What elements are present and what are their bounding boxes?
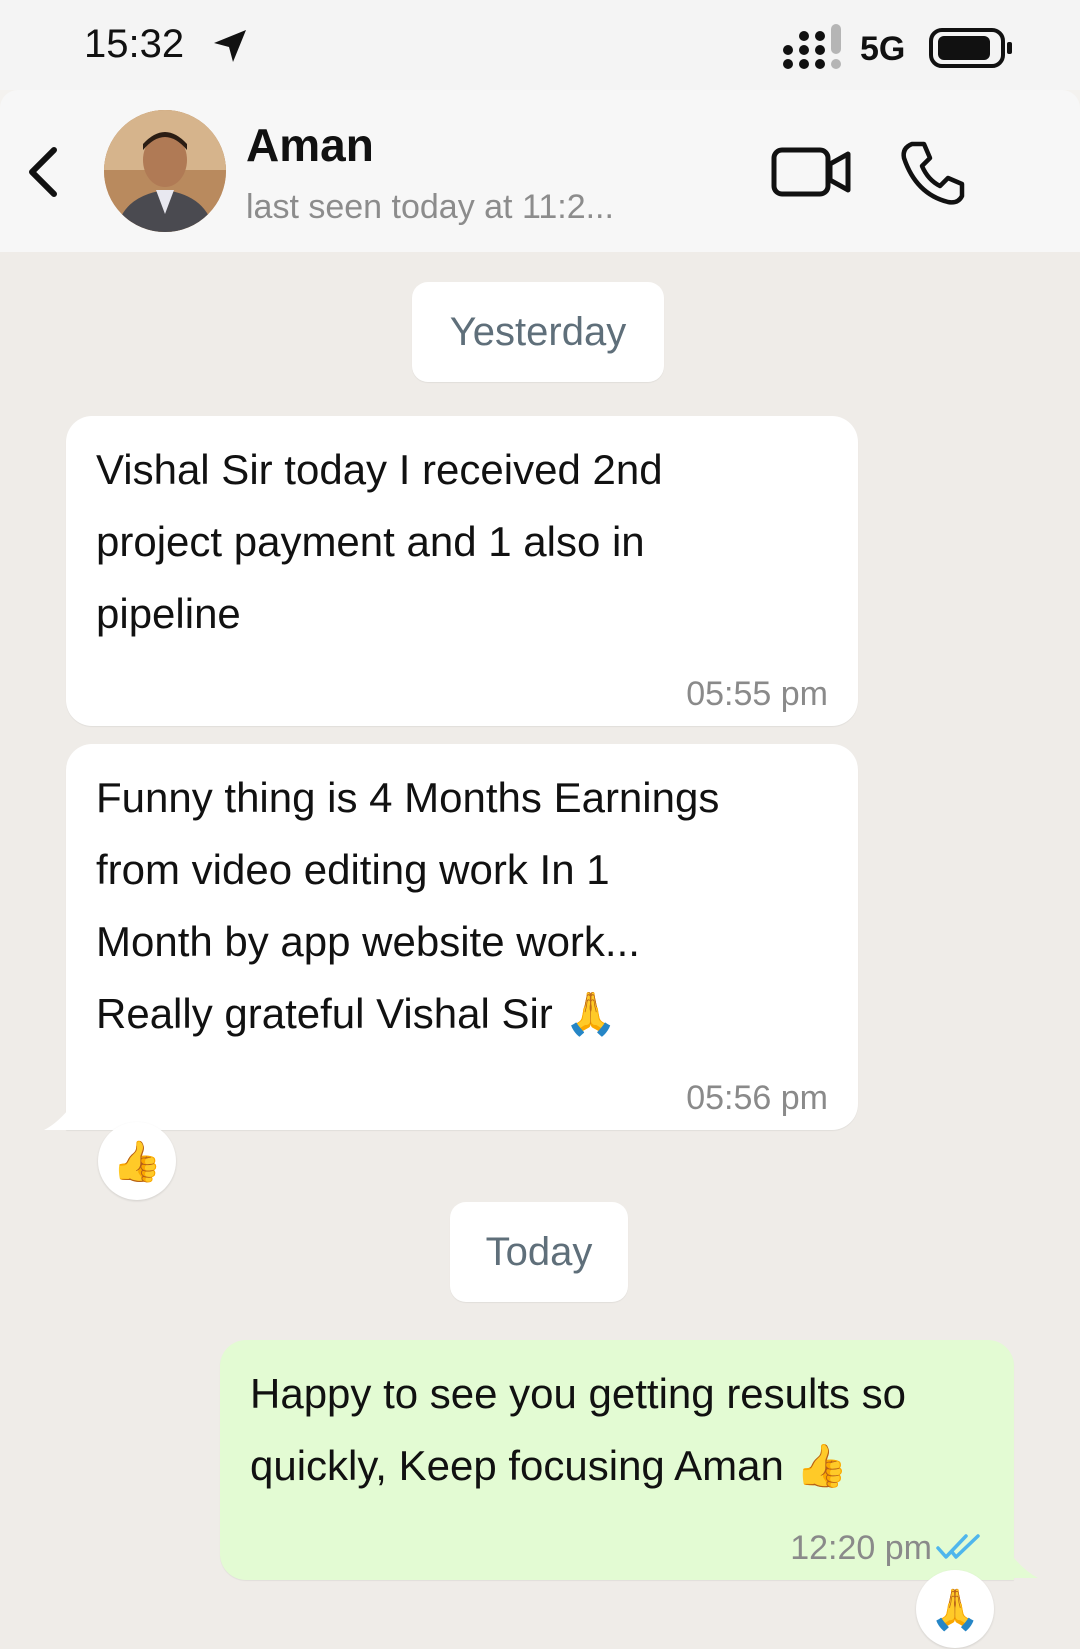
message-line: Funny thing is 4 Months Earnings [96, 774, 720, 821]
folded-hands-emoji: 🙏 [930, 1586, 980, 1633]
network-type: 5G [860, 30, 906, 68]
chat-header: Aman last seen today at 11:2... [0, 90, 1080, 252]
last-seen-status: last seen today at 11:2... [246, 188, 614, 226]
reaction-badge[interactable]: 👍 [98, 1122, 176, 1200]
thumbs-up-emoji: 👍 [112, 1138, 162, 1185]
read-receipt-double-check-icon [936, 1534, 980, 1559]
message-text: Funny thing is 4 Months Earnings from vi… [96, 762, 834, 1050]
message-line: Month by app website work... [96, 918, 640, 965]
message-line: project payment and 1 also in [96, 518, 645, 565]
avatar[interactable] [104, 110, 226, 232]
message-bubble-outgoing[interactable]: Happy to see you getting results so quic… [220, 1340, 1014, 1580]
message-line: pipeline [96, 590, 241, 637]
message-line: Really grateful Vishal Sir 🙏 [96, 990, 617, 1037]
message-line: from video editing work In 1 [96, 846, 610, 893]
message-text: Happy to see you getting results so quic… [250, 1358, 990, 1502]
message-time: 12:20 pm [790, 1529, 932, 1567]
chat-area[interactable]: Yesterday Vishal Sir today I received 2n… [0, 252, 1080, 1649]
back-chevron-icon[interactable] [22, 140, 66, 204]
message-time: 05:55 pm [686, 675, 828, 713]
date-separator-today: Today [450, 1202, 628, 1302]
date-separator-yesterday: Yesterday [412, 282, 664, 382]
video-call-icon[interactable] [770, 142, 854, 202]
bubble-tail-outgoing [1014, 1558, 1038, 1578]
signal-icon [783, 24, 841, 69]
message-line: Vishal Sir today I received 2nd [96, 446, 663, 493]
bubble-tail-incoming [44, 1110, 68, 1130]
status-time: 15:32 [84, 22, 185, 66]
message-text: Vishal Sir today I received 2nd project … [96, 434, 834, 650]
message-bubble-incoming[interactable]: Vishal Sir today I received 2nd project … [66, 416, 858, 726]
contact-name[interactable]: Aman [246, 118, 374, 172]
avatar-photo [104, 110, 226, 232]
voice-call-icon[interactable] [898, 138, 968, 208]
location-arrow-icon [214, 30, 246, 62]
message-time: 05:56 pm [686, 1079, 828, 1117]
battery-icon [929, 28, 1012, 68]
message-line: Happy to see you getting results so [250, 1370, 907, 1417]
message-bubble-incoming[interactable]: Funny thing is 4 Months Earnings from vi… [66, 744, 858, 1130]
status-bar: 15:32 5G [0, 0, 1080, 90]
reaction-badge[interactable]: 🙏 [916, 1570, 994, 1648]
message-line: quickly, Keep focusing Aman 👍 [250, 1442, 848, 1489]
